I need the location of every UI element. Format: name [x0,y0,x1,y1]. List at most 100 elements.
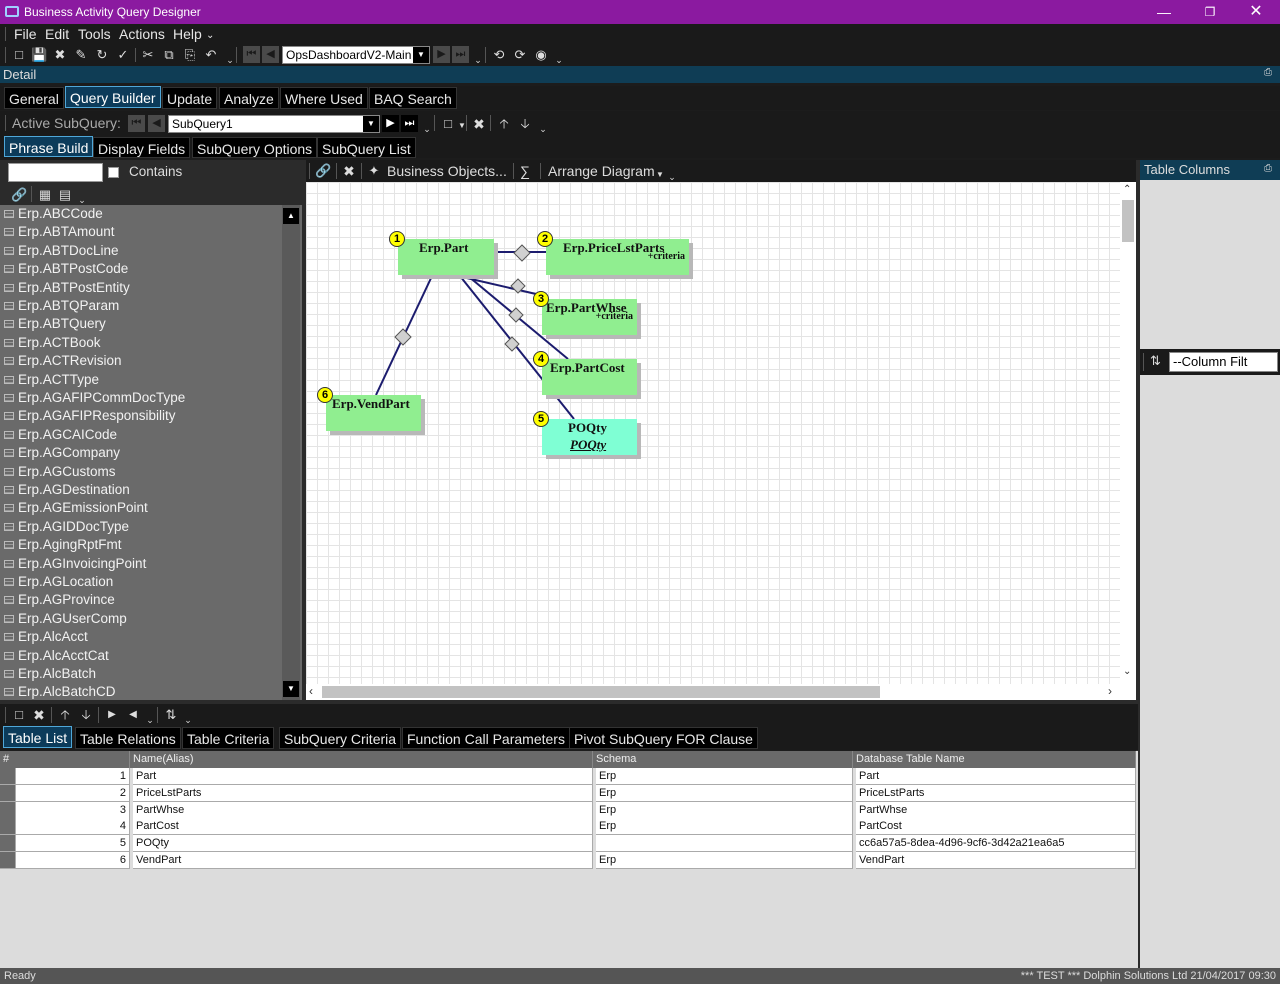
table-list-item[interactable]: Erp.AGProvince [0,591,282,609]
table-list-item[interactable]: Erp.AlcAcct [0,628,282,646]
menu-file[interactable]: File [14,26,37,42]
tab-display-fields[interactable]: Display Fields [93,137,191,158]
paste-icon[interactable]: ⎘ [182,47,198,63]
table-list-item[interactable]: Erp.ACTBook [0,334,282,352]
cut-icon[interactable]: ✂ [140,47,156,63]
scroll-right-icon[interactable]: › [1108,684,1112,698]
table-list-item[interactable]: Erp.ABCCode [0,205,282,223]
diagram-horizontal-scrollbar[interactable]: ‹ › [306,684,1136,700]
table-list-item[interactable]: Erp.ACTRevision [0,352,282,370]
chevron-down-icon[interactable]: ▼ [363,116,379,132]
menu-edit[interactable]: Edit [45,26,69,42]
schema-cell[interactable]: Erp [596,784,853,802]
scroll-down-icon[interactable]: ⌄ [1123,666,1131,677]
tab-update[interactable]: Update [162,87,218,109]
refresh-icon[interactable]: ↻ [94,47,110,63]
db-table-cell[interactable]: PartWhse [856,801,1136,819]
row-selector[interactable] [0,818,16,836]
tab-where-used[interactable]: Where Used [280,87,368,109]
tab-table-relations[interactable]: Table Relations [75,727,181,749]
table-list-scrollbar[interactable]: ▲ ▼ [282,205,300,700]
table-list-item[interactable]: Erp.ACTType [0,371,282,389]
back-icon[interactable]: ⟲ [491,47,507,63]
subquery-node-poqty[interactable]: POQty POQty [542,419,637,455]
copy-icon[interactable]: ⧉ [161,47,177,63]
table-list-item[interactable]: Erp.ABTPostEntity [0,279,282,297]
next-record-icon[interactable]: ▶ [433,46,450,63]
table-list-item[interactable]: Erp.AGUserComp [0,610,282,628]
tab-subquery-list[interactable]: SubQuery List [317,137,416,158]
relation-line[interactable] [459,275,575,420]
delete-subquery-icon[interactable]: ✖ [471,116,487,132]
table-list-item[interactable]: Erp.AlcBatch [0,665,282,683]
next-subquery-icon[interactable]: ▶ [382,115,399,132]
column-header-db-table[interactable]: Database Table Name [853,751,1136,768]
table-row[interactable]: 1 Part Erp Part [0,768,1136,785]
diagram-vertical-scrollbar[interactable]: ⌃ ⌄ [1120,182,1136,684]
move-down-icon[interactable]: 🡣 [517,116,533,132]
column-header-name[interactable]: Name(Alias) [130,751,593,768]
last-subquery-icon[interactable]: ⏭ [401,115,418,132]
join-diamond-icon[interactable] [513,244,531,262]
prev-record-icon[interactable]: ◀ [262,46,279,63]
schema-cell[interactable] [596,835,853,853]
delete-table-icon[interactable]: ✖ [341,163,357,179]
row-selector[interactable] [0,768,16,785]
table-search-input[interactable] [8,163,103,182]
row-number-cell[interactable]: 6 [16,852,130,869]
table-list-item[interactable]: Erp.ABTQuery [0,315,282,333]
new-icon[interactable]: □ [11,707,27,723]
table-list-item[interactable]: Erp.AGAFIPResponsibility [0,407,282,425]
tree-icon[interactable]: ▤ [57,187,73,203]
column-filter-input[interactable]: --Column Filt [1169,352,1278,372]
tab-pivot-subquery[interactable]: Pivot SubQuery FOR Clause [569,727,758,749]
contains-checkbox[interactable] [108,167,119,178]
scroll-thumb[interactable] [322,686,880,698]
sort-icon[interactable]: ⇅ [1150,353,1161,369]
query-diagram-canvas[interactable]: Erp.Part 1 Erp.PriceLstParts +criteria 2… [306,182,1136,684]
scroll-up-icon[interactable]: ⌃ [1123,184,1131,195]
schema-cell[interactable]: Erp [596,852,853,869]
column-header-number[interactable]: # [0,751,130,768]
table-list-item[interactable]: Erp.AgingRptFmt [0,536,282,554]
tab-table-criteria[interactable]: Table Criteria [182,727,275,749]
table-list-item[interactable]: Erp.AlcAcctCat [0,647,282,665]
db-table-cell[interactable]: PartCost [856,818,1136,836]
row-number-cell[interactable]: 2 [16,784,130,802]
table-row[interactable]: 6 VendPart Erp VendPart [0,852,1136,869]
row-selector[interactable] [0,852,16,869]
row-selector[interactable] [0,835,16,853]
schema-cell[interactable]: Erp [596,768,853,785]
new-icon[interactable]: □ [11,47,27,63]
scroll-thumb[interactable] [1122,200,1134,242]
join-diamond-icon[interactable] [394,328,412,346]
tab-subquery-criteria[interactable]: SubQuery Criteria [279,727,402,749]
subquery-overflow-icon[interactable]: ⌄ [535,121,551,137]
link-icon[interactable]: 🔗 [11,187,27,203]
move-down-icon[interactable]: 🡣 [78,707,94,723]
db-table-cell[interactable]: cc6a57a5-8dea-4d96-9cf6-3d42a21ea6a5 [856,835,1136,853]
tab-analyze[interactable]: Analyze [219,87,279,109]
tab-subquery-options[interactable]: SubQuery Options [192,137,318,158]
delete-icon[interactable]: ✖ [31,707,47,723]
tab-general[interactable]: General [4,87,64,109]
tab-query-builder[interactable]: Query Builder [65,86,161,108]
forward-icon[interactable]: ⟳ [512,47,528,63]
move-up-icon[interactable]: 🡡 [57,707,73,723]
scroll-up-icon[interactable]: ▲ [283,208,299,224]
schema-cell[interactable]: Erp [596,818,853,836]
table-node-vendpart[interactable]: Erp.VendPart [326,395,421,431]
new-subquery-dropdown-icon[interactable]: ▼ [454,118,470,134]
table-list-item[interactable]: Erp.AlcBatchCD [0,683,282,700]
table-list-item[interactable]: Erp.ABTDocLine [0,242,282,260]
table-list-item[interactable]: Erp.AGCompany [0,444,282,462]
table-node-pricelstparts[interactable]: Erp.PriceLstParts +criteria [546,239,689,275]
tab-phrase-build[interactable]: Phrase Build [4,136,94,157]
last-record-icon[interactable]: ⏭ [452,46,469,63]
table-list-item[interactable]: Erp.AGInvoicingPoint [0,555,282,573]
link-icon[interactable]: 🔗 [315,163,331,179]
pin-icon[interactable]: ⎙ [1264,163,1272,174]
tab-function-call-parameters[interactable]: Function Call Parameters [402,727,570,749]
subquery-nav-overflow-icon[interactable]: ⌄ [419,121,435,137]
save-icon[interactable]: 💾 [31,47,47,63]
